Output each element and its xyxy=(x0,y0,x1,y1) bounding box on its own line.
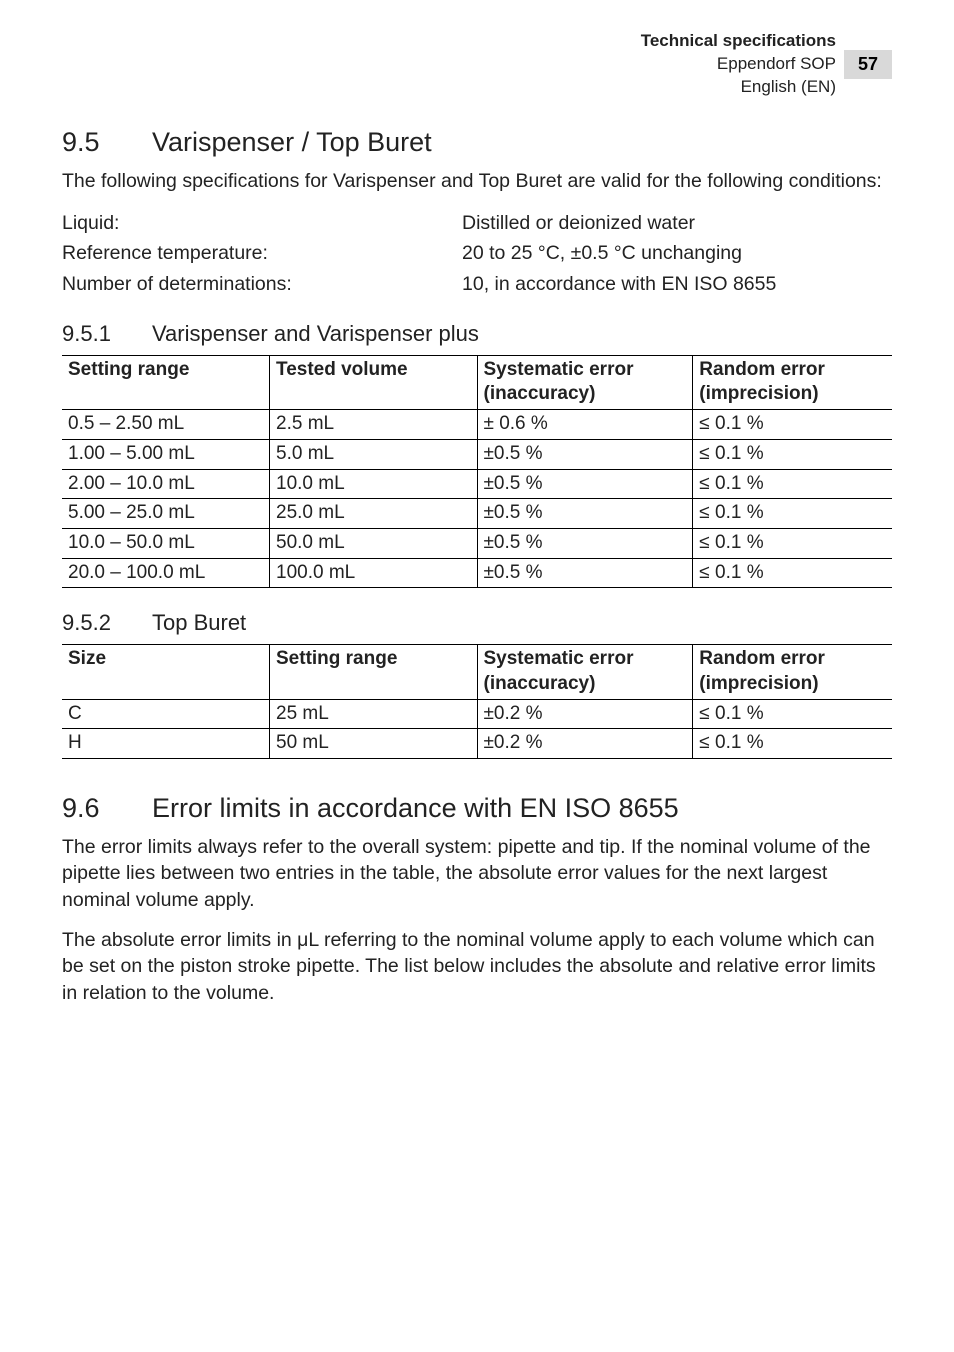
condition-row: Liquid: Distilled or deionized water xyxy=(62,208,892,238)
col-systematic-error: Systematic error(inaccuracy) xyxy=(477,645,693,699)
condition-label: Reference temperature: xyxy=(62,238,462,268)
subsection-number: 9.5.1 xyxy=(62,321,152,347)
table-row: 20.0 – 100.0 mL100.0 mL±0.5 %≤ 0.1 % xyxy=(62,558,892,588)
table-header-row: Size Setting range Systematic error(inac… xyxy=(62,645,892,699)
header-line1: Technical specifications xyxy=(641,30,836,53)
varispenser-table: Setting range Tested volume Systematic e… xyxy=(62,355,892,589)
page-number-badge: 57 xyxy=(844,50,892,79)
table-row: H50 mL±0.2 %≤ 0.1 % xyxy=(62,729,892,759)
table-row: 2.00 – 10.0 mL10.0 mL±0.5 %≤ 0.1 % xyxy=(62,469,892,499)
col-systematic-error: Systematic error(inaccuracy) xyxy=(477,355,693,409)
table-row: 5.00 – 25.0 mL25.0 mL±0.5 %≤ 0.1 % xyxy=(62,499,892,529)
condition-row: Reference temperature: 20 to 25 °C, ±0.5… xyxy=(62,238,892,268)
condition-value: 20 to 25 °C, ±0.5 °C unchanging xyxy=(462,238,892,268)
col-setting-range: Setting range xyxy=(62,355,270,409)
conditions-list: Liquid: Distilled or deionized water Ref… xyxy=(62,208,892,299)
header-line2: Eppendorf SOP xyxy=(641,53,836,76)
top-buret-table: Size Setting range Systematic error(inac… xyxy=(62,644,892,759)
header-line3: English (EN) xyxy=(641,76,836,99)
condition-value: 10, in accordance with EN ISO 8655 xyxy=(462,269,892,299)
subsection-title: Top Buret xyxy=(152,610,246,635)
table-row: 10.0 – 50.0 mL50.0 mL±0.5 %≤ 0.1 % xyxy=(62,528,892,558)
section-number: 9.5 xyxy=(62,127,152,158)
condition-label: Liquid: xyxy=(62,208,462,238)
col-random-error: Random error(imprecision) xyxy=(693,645,892,699)
section-9-5-2-heading: 9.5.2Top Buret xyxy=(62,610,892,636)
table-row: C25 mL±0.2 %≤ 0.1 % xyxy=(62,699,892,729)
section-9-5-intro: The following specifications for Varispe… xyxy=(62,168,892,194)
section-9-6-p1: The error limits always refer to the ove… xyxy=(62,834,892,913)
subsection-number: 9.5.2 xyxy=(62,610,152,636)
section-number: 9.6 xyxy=(62,793,152,824)
section-9-6-heading: 9.6Error limits in accordance with EN IS… xyxy=(62,793,892,824)
col-random-error: Random error(imprecision) xyxy=(693,355,892,409)
section-9-5-heading: 9.5Varispenser / Top Buret xyxy=(62,127,892,158)
condition-value: Distilled or deionized water xyxy=(462,208,892,238)
table-row: 0.5 – 2.50 mL2.5 mL± 0.6 %≤ 0.1 % xyxy=(62,410,892,440)
header-text: Technical specifications Eppendorf SOP E… xyxy=(641,30,836,99)
table-header-row: Setting range Tested volume Systematic e… xyxy=(62,355,892,409)
col-size: Size xyxy=(62,645,270,699)
section-title: Error limits in accordance with EN ISO 8… xyxy=(152,793,679,823)
condition-label: Number of determinations: xyxy=(62,269,462,299)
section-9-5-1-heading: 9.5.1Varispenser and Varispenser plus xyxy=(62,321,892,347)
table-row: 1.00 – 5.00 mL5.0 mL±0.5 %≤ 0.1 % xyxy=(62,439,892,469)
subsection-title: Varispenser and Varispenser plus xyxy=(152,321,479,346)
section-title: Varispenser / Top Buret xyxy=(152,127,432,157)
page-header: Technical specifications Eppendorf SOP E… xyxy=(62,30,892,99)
section-9-6-p2: The absolute error limits in μL referrin… xyxy=(62,927,892,1006)
col-tested-volume: Tested volume xyxy=(270,355,478,409)
col-setting-range: Setting range xyxy=(270,645,478,699)
condition-row: Number of determinations: 10, in accorda… xyxy=(62,269,892,299)
